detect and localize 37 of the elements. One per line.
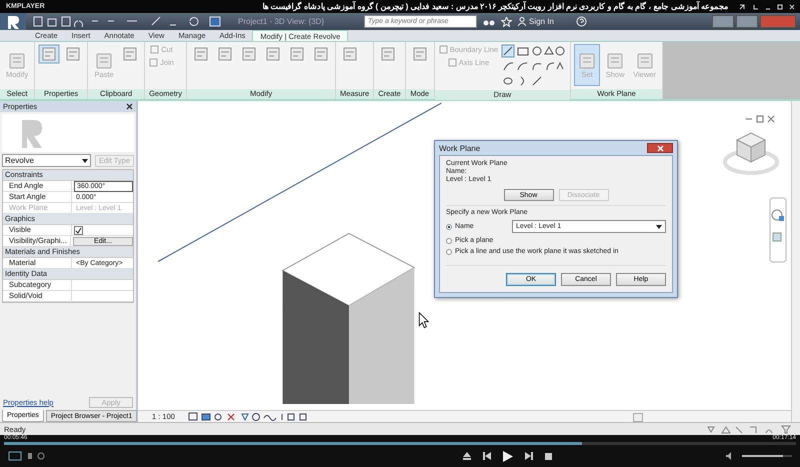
- view-window-controls-icon[interactable]: [745, 115, 775, 123]
- person-icon: [518, 17, 526, 26]
- window-controls-icon[interactable]: [738, 2, 794, 10]
- checkbox[interactable]: [74, 226, 83, 234]
- tool-icon: [577, 52, 598, 70]
- r-letter-icon: [5, 14, 21, 28]
- caret-icon: [656, 224, 662, 228]
- type-dropdown[interactable]: Revolve: [2, 154, 91, 167]
- star-icon[interactable]: [501, 16, 512, 26]
- sign-in-button[interactable]: Sign In: [518, 17, 570, 26]
- stop-icon[interactable]: [544, 452, 552, 460]
- window-buttons[interactable]: [712, 15, 796, 28]
- mouse-cursor-icon: [418, 312, 430, 328]
- previous-icon[interactable]: [482, 452, 490, 460]
- volume-icon[interactable]: [726, 452, 734, 460]
- close-button[interactable]: [647, 143, 673, 153]
- navigation-bar-icon[interactable]: [769, 197, 787, 263]
- seek-bar[interactable]: [4, 442, 796, 445]
- tool-icon: [634, 52, 654, 70]
- tool-icon[interactable]: [38, 44, 60, 64]
- view-tools-icon[interactable]: [188, 412, 308, 422]
- next-icon[interactable]: [524, 452, 532, 460]
- eject-icon[interactable]: [462, 452, 470, 460]
- play-icon[interactable]: [502, 450, 512, 462]
- close-icon[interactable]: [126, 103, 133, 110]
- vertical-scrollbar[interactable]: [791, 101, 800, 422]
- document-title: Project1 - 3D View: {3D}: [238, 17, 326, 26]
- shape-gallery-icon[interactable]: [501, 44, 568, 88]
- tool-icon: [605, 52, 626, 70]
- help-icon[interactable]: [576, 16, 587, 27]
- tool-icon: [7, 52, 28, 70]
- tool-icon: [94, 52, 114, 70]
- dialog-title: Work Plane: [439, 144, 480, 152]
- caret-icon: [82, 158, 88, 162]
- app-logo-icon[interactable]: [0, 13, 26, 30]
- close-icon: [656, 144, 664, 152]
- video-title: مجموعه آموزشی جامع ، گام به گام و کاربردی نرم افزار رویت آرکیتکچر ۲۰۱۶ مدرس : سعید فدایی ( تیچرمن ) گروه آموزشی پادشاه گرافیست ها: [261, 2, 728, 11]
